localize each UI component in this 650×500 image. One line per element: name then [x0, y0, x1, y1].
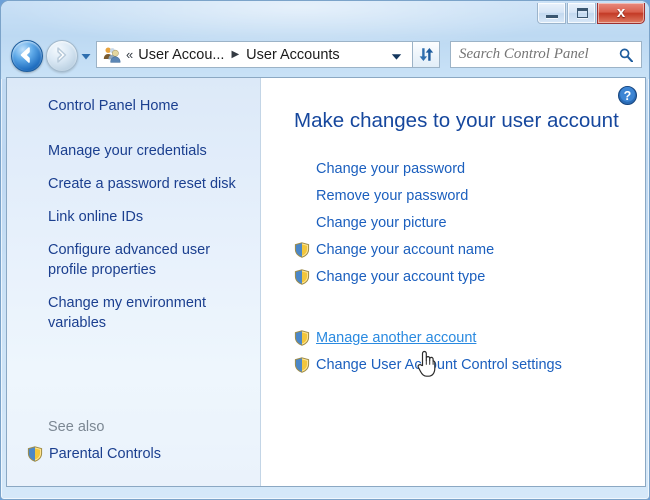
navigation-bar: « User Accou... ▶ User Accounts [1, 35, 650, 75]
task-row[interactable]: Remove your password [262, 182, 646, 209]
back-button[interactable] [11, 40, 43, 72]
see-also-section: See also Parental Controls [7, 419, 261, 464]
close-button[interactable]: x [597, 3, 645, 24]
task-row[interactable]: Change your password [262, 155, 646, 182]
search-icon[interactable] [619, 48, 633, 62]
sidebar: Control Panel Home Manage your credentia… [7, 78, 261, 486]
uac-shield-icon [294, 269, 310, 285]
uac-shield-icon [294, 357, 310, 373]
task-list: Change your password Remove your passwor… [262, 155, 646, 378]
minimize-button[interactable] [537, 3, 566, 24]
sidebar-item-parental-controls[interactable]: Parental Controls [27, 444, 261, 464]
forward-button[interactable] [46, 40, 78, 72]
sidebar-item-create-a-password-reset-disk[interactable]: Create a password reset disk [48, 174, 242, 194]
search-box[interactable] [450, 41, 642, 68]
client-area: Control Panel Home Manage your credentia… [6, 77, 646, 487]
breadcrumb-overflow-icon[interactable]: « [126, 48, 133, 61]
task-row[interactable]: Manage another account [262, 324, 646, 351]
chevron-down-icon [80, 50, 92, 62]
task-row[interactable]: Change your account name [262, 236, 646, 263]
title-bar: x [1, 1, 650, 35]
task-row[interactable]: Change your account type [262, 263, 646, 290]
sidebar-item-link-online-ids[interactable]: Link online IDs [48, 207, 242, 227]
sidebar-item-parental-controls-label[interactable]: Parental Controls [49, 444, 161, 464]
task-link-change-user-account-control-settings[interactable]: Change User Account Control settings [316, 357, 562, 373]
caption-button-group: x [537, 3, 645, 25]
sidebar-item-configure-advanced-user-profile-properties[interactable]: Configure advanced user profile properti… [48, 240, 242, 280]
control-panel-window: x [0, 0, 650, 500]
main-content: ? Make changes to your user account Chan… [262, 78, 646, 486]
chevron-down-icon [391, 51, 402, 62]
address-dropdown-button[interactable] [391, 49, 402, 60]
task-link-change-your-picture[interactable]: Change your picture [316, 215, 447, 231]
minimize-icon [546, 15, 558, 18]
uac-shield-icon [294, 242, 310, 258]
user-accounts-icon [103, 46, 121, 63]
see-also-label: See also [48, 419, 261, 435]
task-link-change-your-password[interactable]: Change your password [316, 161, 465, 177]
svg-text:?: ? [624, 89, 632, 103]
help-button[interactable]: ? [618, 86, 637, 105]
task-list-spacer [262, 290, 646, 324]
breadcrumb-item-1[interactable]: User Accounts [246, 47, 340, 63]
task-link-change-your-account-type[interactable]: Change your account type [316, 269, 485, 285]
task-row[interactable]: Change your picture [262, 209, 646, 236]
maximize-button[interactable] [567, 3, 596, 24]
address-bar[interactable]: « User Accou... ▶ User Accounts [96, 41, 412, 68]
sidebar-item-change-my-environment-variables[interactable]: Change my environment variables [48, 293, 242, 333]
search-input[interactable] [459, 46, 609, 63]
breadcrumb-separator-icon[interactable]: ▶ [231, 50, 239, 60]
recent-pages-dropdown-button[interactable] [80, 49, 92, 61]
task-link-remove-your-password[interactable]: Remove your password [316, 188, 468, 204]
sidebar-item-control-panel-home[interactable]: Control Panel Home [48, 96, 242, 116]
close-icon: x [598, 3, 644, 23]
maximize-icon [577, 8, 588, 18]
breadcrumb-item-0[interactable]: User Accou... [138, 47, 224, 63]
refresh-icon [418, 46, 435, 63]
uac-shield-icon [27, 446, 43, 462]
refresh-button[interactable] [412, 41, 440, 68]
task-link-manage-another-account[interactable]: Manage another account [316, 330, 476, 346]
uac-shield-icon [294, 330, 310, 346]
task-row[interactable]: Change User Account Control settings [262, 351, 646, 378]
page-title: Make changes to your user account [294, 109, 646, 133]
task-link-change-your-account-name[interactable]: Change your account name [316, 242, 494, 258]
sidebar-item-manage-your-credentials[interactable]: Manage your credentials [48, 141, 242, 161]
